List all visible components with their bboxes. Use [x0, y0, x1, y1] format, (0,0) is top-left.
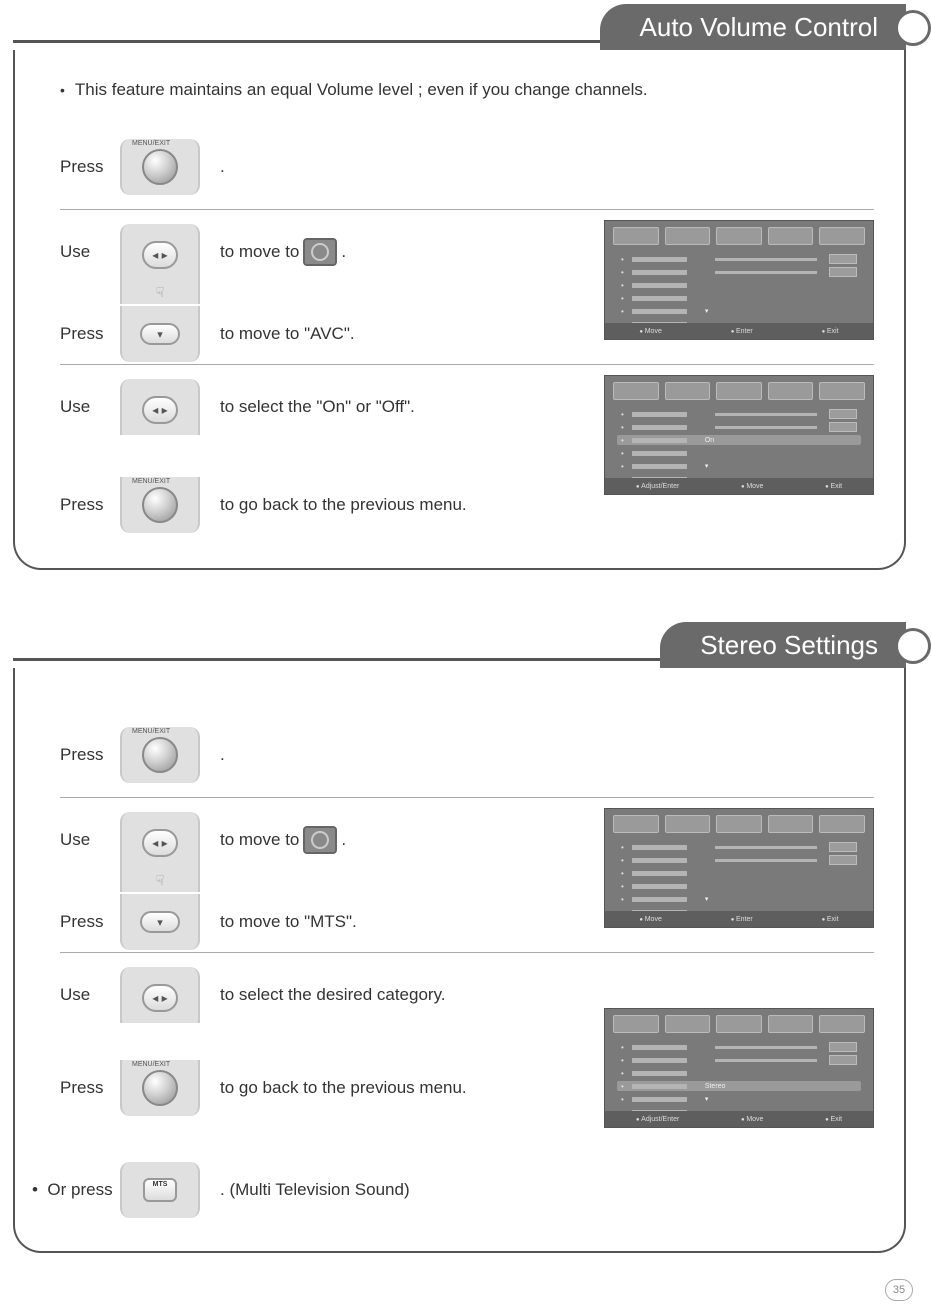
step-group: Use ◂ ▸ to move to . ☟ Press ▾ to move t…: [60, 209, 874, 364]
step-label: Press: [60, 1078, 120, 1098]
menu-exit-button-icon: [120, 1060, 200, 1116]
step-group: • Or press MTS . (Multi Television Sound…: [60, 1118, 874, 1232]
step-label: • Or press: [32, 1180, 120, 1200]
step-label: Press: [60, 324, 120, 344]
mts-button-icon: MTS: [120, 1162, 200, 1218]
osd-foot-item: Move: [741, 483, 763, 490]
osd-foot-item: Move: [639, 328, 661, 335]
step-row: Press .: [60, 125, 874, 209]
step-desc: to go back to the previous menu.: [220, 1078, 467, 1098]
menu-exit-button-icon: [120, 727, 200, 783]
step-desc: to move to .: [220, 238, 346, 266]
hand-pointer-icon: ☟: [120, 280, 200, 304]
osd-screenshot-sound-menu: ▾ Move Enter Exit: [604, 220, 874, 340]
down-arrow-icon: ▾: [140, 911, 180, 933]
osd-foot-item: Exit: [825, 483, 842, 490]
step-label: Press: [60, 912, 120, 932]
header-circle-ornament: [895, 628, 931, 664]
osd-screenshot-sound-menu: ▾ Move Enter Exit: [604, 808, 874, 928]
step-desc: to select the desired category.: [220, 985, 446, 1005]
step-desc: .: [220, 157, 225, 177]
menu-exit-icon: [142, 487, 178, 523]
section2-panel: Press . Use ◂ ▸ to move to . ☟: [13, 668, 906, 1253]
step-desc-post: .: [341, 242, 346, 262]
step-label: Use: [60, 985, 120, 1005]
down-button-icon: ▾: [120, 894, 200, 950]
section2-title-tab: Stereo Settings: [660, 622, 906, 668]
left-right-button-icon: ◂ ▸: [120, 812, 200, 868]
lr-arrows-icon: ◂ ▸: [142, 396, 178, 424]
section1-intro: This feature maintains an equal Volume l…: [60, 80, 874, 100]
osd-screenshot-mts-highlight: Stereo ▾ Adjust/Enter Move Exit: [604, 1008, 874, 1128]
step-desc: to move to .: [220, 826, 346, 854]
osd-highlight-value: Stereo: [705, 1083, 726, 1090]
step-desc-pre: to move to: [220, 830, 299, 850]
section1-panel: This feature maintains an equal Volume l…: [13, 50, 906, 570]
step-label: Press: [60, 745, 120, 765]
menu-exit-button-icon: [120, 139, 200, 195]
section2-header: Stereo Settings: [13, 618, 931, 668]
lr-arrows-icon: ◂ ▸: [142, 984, 178, 1012]
header-circle-ornament: [895, 10, 931, 46]
step-desc: . (Multi Television Sound): [220, 1180, 410, 1200]
osd-foot-item: Adjust/Enter: [636, 483, 679, 490]
step-group: Press .: [60, 713, 874, 797]
osd-foot-item: Enter: [731, 328, 753, 335]
lr-arrows-icon: ◂ ▸: [142, 829, 178, 857]
section1-title-tab: Auto Volume Control: [600, 4, 906, 50]
osd-foot-item: Adjust/Enter: [636, 1116, 679, 1123]
osd-foot-item: Exit: [822, 916, 839, 923]
osd-foot-item: Enter: [731, 916, 753, 923]
menu-exit-icon: [142, 1070, 178, 1106]
left-right-button-icon: ◂ ▸: [120, 379, 200, 435]
menu-exit-button-icon: [120, 477, 200, 533]
step-desc: to go back to the previous menu.: [220, 495, 467, 515]
osd-foot-item: Move: [741, 1116, 763, 1123]
down-arrow-icon: ▾: [140, 323, 180, 345]
osd-foot-item: Exit: [822, 328, 839, 335]
step-desc-pre: to move to: [220, 242, 299, 262]
step-label: Use: [60, 397, 120, 417]
step-desc-post: .: [341, 830, 346, 850]
left-right-button-icon: ◂ ▸: [120, 967, 200, 1023]
step-label: Press: [60, 157, 120, 177]
step-row: Press .: [60, 713, 874, 797]
section1-header: Auto Volume Control: [0, 0, 931, 50]
step-label: Press: [60, 495, 120, 515]
menu-exit-icon: [142, 149, 178, 185]
sound-menu-icon: [303, 826, 337, 854]
step-desc: to select the "On" or "Off".: [220, 397, 415, 417]
hand-pointer-icon: ☟: [120, 868, 200, 892]
osd-foot-item: Move: [639, 916, 661, 923]
step-desc: .: [220, 745, 225, 765]
step-group: Press .: [60, 125, 874, 209]
step-label: Use: [60, 830, 120, 850]
step-row: • Or press MTS . (Multi Television Sound…: [60, 1148, 874, 1232]
section1-steps: Press . Use ◂ ▸ to move to . ☟: [60, 125, 874, 535]
left-right-button-icon: ◂ ▸: [120, 224, 200, 280]
page-number: 35: [885, 1279, 913, 1301]
osd-screenshot-avc-highlight: On ▾ Adjust/Enter Move Exit: [604, 375, 874, 495]
step-desc: to move to "MTS".: [220, 912, 357, 932]
step-label: Use: [60, 242, 120, 262]
step-desc: to move to "AVC".: [220, 324, 355, 344]
step-group: Use ◂ ▸ to move to . ☟ Press ▾ to move t…: [60, 797, 874, 952]
osd-highlight-value: On: [705, 437, 714, 444]
down-button-icon: ▾: [120, 306, 200, 362]
sound-menu-icon: [303, 238, 337, 266]
step-label-text: Or press: [47, 1180, 112, 1199]
step-group: Use ◂ ▸ to select the desired category. …: [60, 952, 874, 1118]
section2-steps: Press . Use ◂ ▸ to move to . ☟: [60, 713, 874, 1232]
osd-foot-item: Exit: [825, 1116, 842, 1123]
mts-icon: MTS: [143, 1178, 177, 1202]
menu-exit-icon: [142, 737, 178, 773]
step-group: Use ◂ ▸ to select the "On" or "Off". Pre…: [60, 364, 874, 535]
lr-arrows-icon: ◂ ▸: [142, 241, 178, 269]
